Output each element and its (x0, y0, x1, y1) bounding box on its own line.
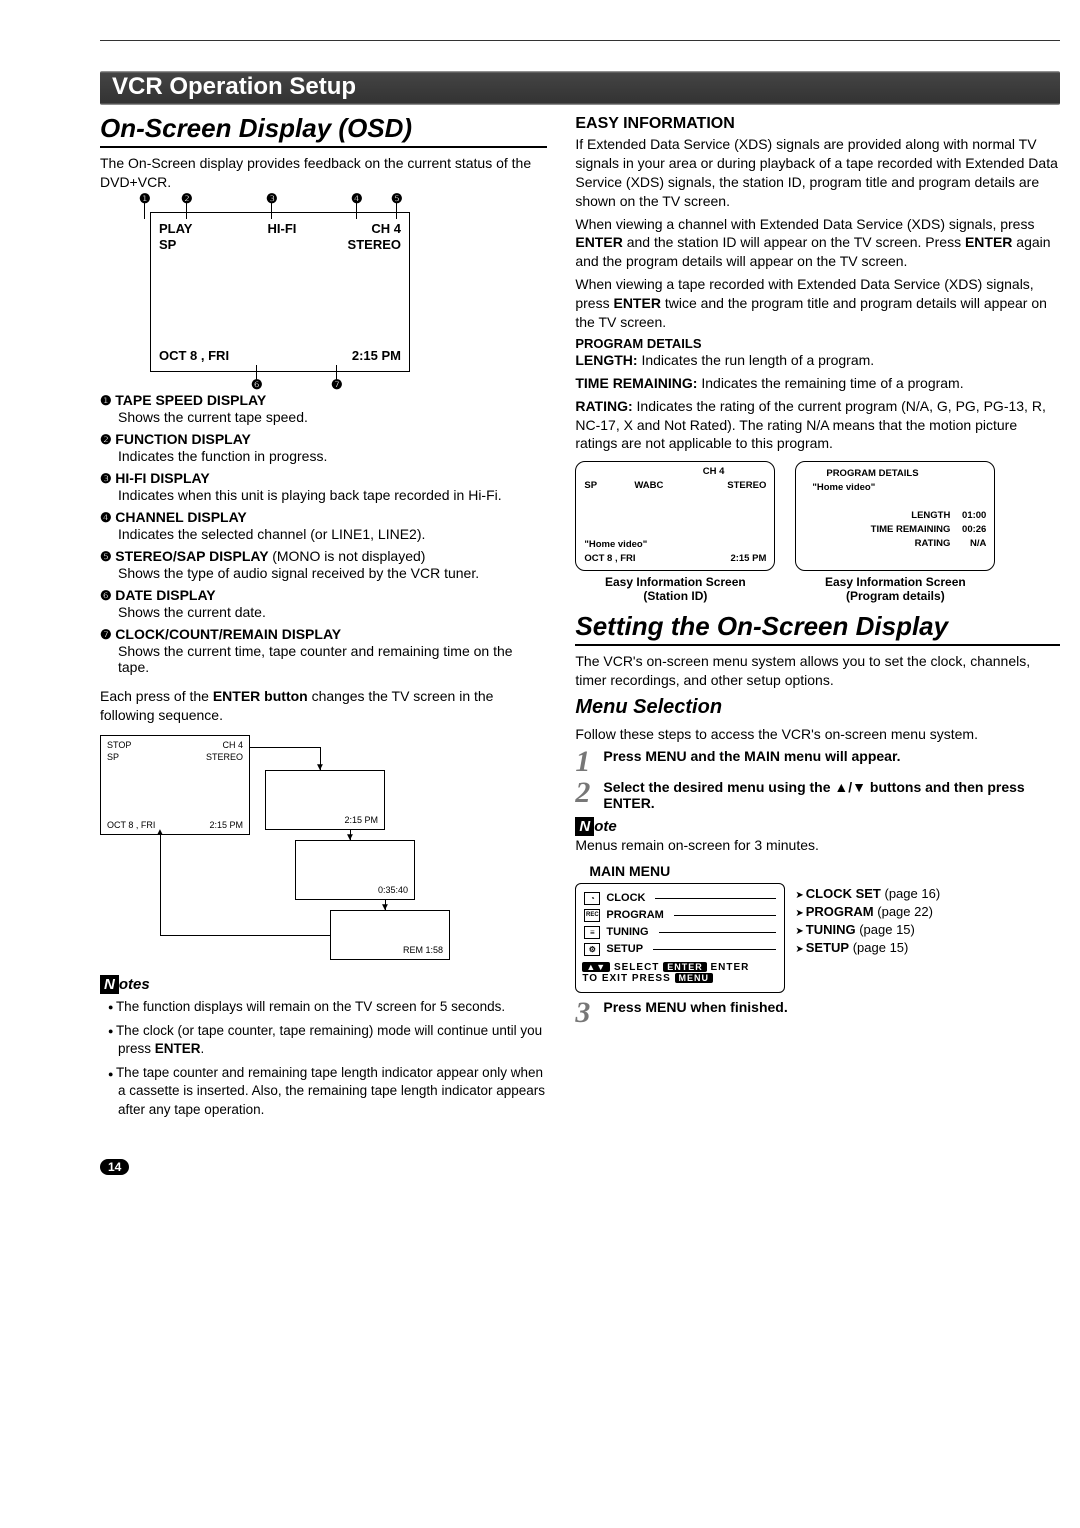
mm-footer: ▲▼ SELECT ENTER ENTER TO EXIT PRESS MENU (582, 962, 778, 984)
note-2: The clock (or tape counter, tape remaini… (104, 1022, 547, 1058)
notes-heading: Notes (100, 975, 547, 994)
easy-p3: When viewing a tape recorded with Extend… (575, 275, 1060, 332)
def2-desc: Indicates the function in progress. (118, 448, 547, 464)
osd-time: 2:15 PM (352, 348, 401, 363)
menu-selection-heading: Menu Selection (575, 696, 1060, 719)
step-3: 3 Press MENU when finished. (575, 999, 1060, 1026)
def4-title: CHANNEL DISPLAY (115, 509, 246, 525)
def7-desc: Shows the current time, tape counter and… (118, 643, 547, 675)
screen1-caption: Easy Information Screen(Station ID) (575, 575, 775, 603)
osd-date: OCT 8 , FRI (159, 348, 229, 363)
osd-ch: CH 4 (371, 221, 401, 236)
mm-item-program: RECPROGRAM (582, 907, 778, 924)
setting-osd-text: The VCR's on-screen menu system allows y… (575, 652, 1060, 690)
def2-title: FUNCTION DISPLAY (115, 431, 251, 447)
step-2: 2 Select the desired menu using the ▲/▼ … (575, 779, 1060, 811)
note-3: The tape counter and remaining tape leng… (104, 1064, 547, 1119)
easy-info-heading: EASY INFORMATION (575, 115, 1060, 133)
n-icon: N (575, 817, 594, 836)
easy-info-screen-1: CH 4 SP WABC STEREO "Home video" OCT 8 ,… (575, 461, 775, 571)
def5-title: STEREO/SAP DISPLAY (115, 548, 268, 564)
notes-list: The function displays will remain on the… (104, 998, 547, 1119)
menu-selection-text: Follow these steps to access the VCR's o… (575, 725, 1060, 744)
def3-desc: Indicates when this unit is playing back… (118, 487, 547, 503)
osd-play: PLAY (159, 221, 192, 236)
osd-heading: On-Screen Display (OSD) (100, 113, 547, 148)
enter-seq-text: Each press of the ENTER button changes t… (100, 687, 547, 725)
osd-hifi: HI-FI (267, 221, 296, 236)
note-text: Menus remain on-screen for 3 minutes. (575, 836, 1060, 855)
osd-diagram: PLAY HI-FI CH 4 SP STEREO OCT 8 , FRI 2:… (150, 212, 410, 372)
clock-icon: ◔ (584, 892, 600, 905)
def5-inline: (MONO is not displayed) (272, 548, 425, 564)
def5-desc: Shows the type of audio signal received … (118, 565, 547, 581)
osd-intro: The On-Screen display provides feedback … (100, 154, 547, 192)
def4-desc: Indicates the selected channel (or LINE1… (118, 526, 547, 542)
mm-item-tuning: ≡TUNING (582, 924, 778, 941)
def1-desc: Shows the current tape speed. (118, 409, 547, 425)
osd-sp: SP (159, 237, 176, 252)
n-icon: N (100, 975, 119, 994)
def1-title: TAPE SPEED DISPLAY (115, 392, 266, 408)
easy-p1: If Extended Data Service (XDS) signals a… (575, 135, 1060, 211)
enter-sequence-diagram: STOP CH 4 SP STEREO OCT 8 , FRI 2:15 PM … (100, 735, 480, 965)
setup-icon: ⚙ (584, 943, 600, 956)
screen2-caption: Easy Information Screen(Program details) (795, 575, 995, 603)
pd-time: TIME REMAINING: Indicates the remaining … (575, 374, 1060, 393)
mm-targets: CLOCK SET (page 16) PROGRAM (page 22) TU… (795, 883, 940, 958)
mm-item-clock: ◔CLOCK (582, 890, 778, 907)
pd-rating: RATING: Indicates the rating of the curr… (575, 397, 1060, 454)
note-heading: Note (575, 817, 1060, 836)
mm-item-setup: ⚙SETUP (582, 941, 778, 958)
header-bar: VCR Operation Setup (100, 71, 1060, 105)
osd-stereo: STEREO (348, 237, 401, 252)
note-1: The function displays will remain on the… (104, 998, 547, 1016)
page-number: 14 (100, 1159, 1060, 1175)
setting-osd-heading: Setting the On-Screen Display (575, 611, 1060, 646)
step-1: 1 Press MENU and the MAIN menu will appe… (575, 748, 1060, 775)
def7-title: CLOCK/COUNT/REMAIN DISPLAY (115, 626, 341, 642)
def3-title: HI-FI DISPLAY (115, 470, 209, 486)
def6-desc: Shows the current date. (118, 604, 547, 620)
tuning-icon: ≡ (584, 926, 600, 939)
rec-icon: REC (584, 909, 600, 922)
def6-title: DATE DISPLAY (115, 587, 215, 603)
program-details-heading: PROGRAM DETAILS (575, 336, 1060, 351)
easy-p2: When viewing a channel with Extended Dat… (575, 215, 1060, 272)
pd-length: LENGTH: Indicates the run length of a pr… (575, 351, 1060, 370)
main-menu-box: ◔CLOCK RECPROGRAM ≡TUNING ⚙SETUP ▲▼ SELE… (575, 883, 785, 993)
main-menu-heading: MAIN MENU (589, 863, 1060, 879)
easy-info-screen-2: PROGRAM DETAILS "Home video" LENGTH 01:0… (795, 461, 995, 571)
